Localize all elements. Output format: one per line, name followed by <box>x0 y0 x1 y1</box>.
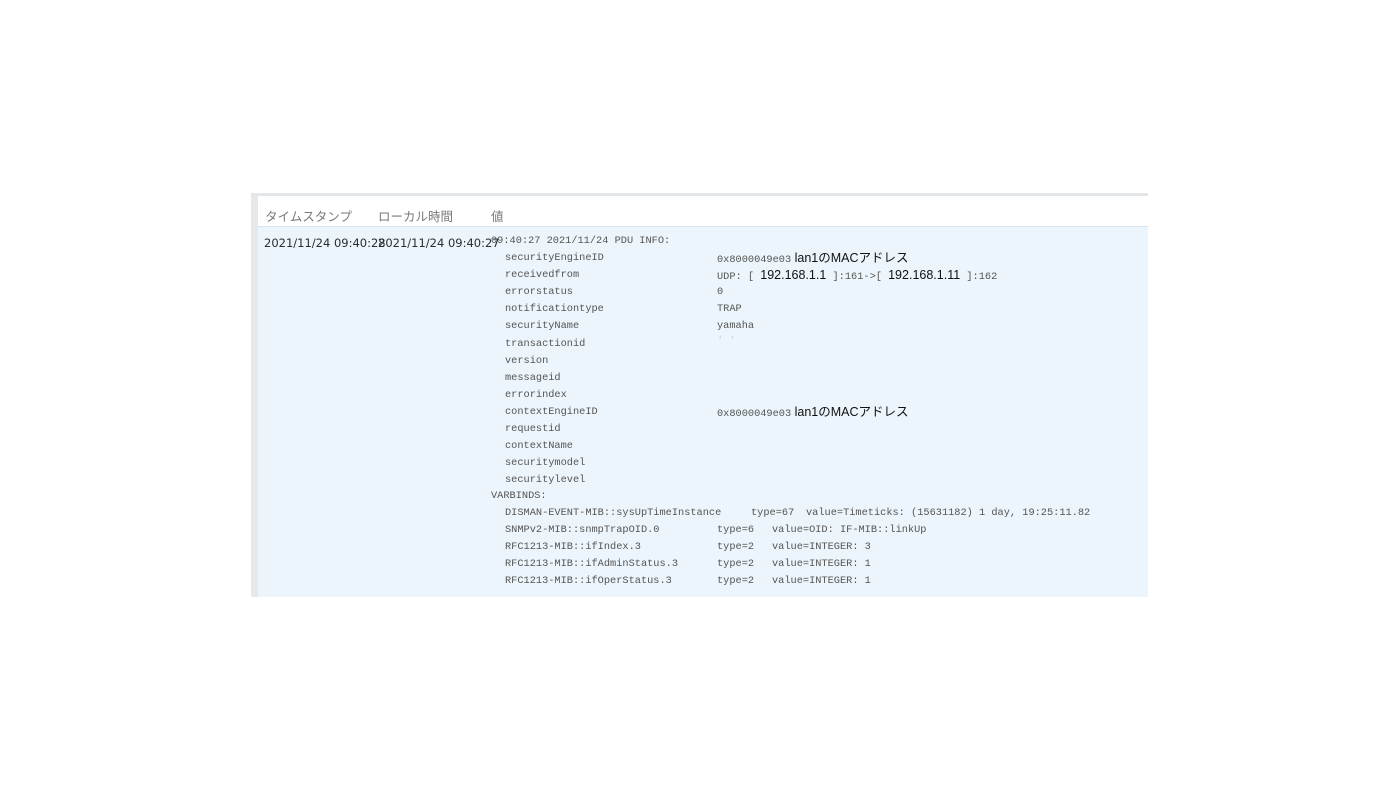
pdu-field-value: TRAP <box>717 303 742 315</box>
receivedfrom-value: UDP: [ 192.168.1.1 ]:161->[ 192.168.1.11… <box>717 268 997 284</box>
transactionid-value: ‘ ‘ <box>717 335 736 347</box>
varbind-type: type=2 <box>717 541 755 553</box>
mac-address-annotation: lan1のMACアドレス <box>791 405 909 419</box>
pdu-field-name: notificationtype <box>505 303 604 315</box>
receivedfrom-ports: ]:161->[ <box>826 271 889 283</box>
pdu-field-name: securitylevel <box>505 474 586 486</box>
varbind-oid: RFC1213-MIB::ifAdminStatus.3 <box>505 558 679 570</box>
varbind-value: value=Timeticks: (15631182) 1 day, 19:25… <box>806 507 1091 519</box>
pdu-field-name: receivedfrom <box>505 269 580 281</box>
varbind-value: value=OID: IF-MIB::linkUp <box>772 524 927 536</box>
pdu-field-name: errorstatus <box>505 286 573 298</box>
varbind-type: type=6 <box>717 524 755 536</box>
column-header-local-time[interactable]: ローカル時間 <box>378 206 453 225</box>
pdu-field-value: 0x8000049e03 lan1のMACアドレス <box>717 405 909 420</box>
row-local-time: 2021/11/24 09:40:27 <box>378 236 500 250</box>
varbind-oid: DISMAN-EVENT-MIB::sysUpTimeInstance <box>505 507 722 519</box>
pdu-field-name: transactionid <box>505 338 586 350</box>
varbinds-label: VARBINDS: <box>491 490 547 502</box>
pdu-field-value: 0x8000049e03 lan1のMACアドレス <box>717 251 909 266</box>
pdu-field-value: 0 <box>717 286 724 298</box>
varbind-oid: RFC1213-MIB::ifOperStatus.3 <box>505 575 672 587</box>
varbind-type: type=67 <box>751 507 795 519</box>
pdu-field-name: securityName <box>505 320 580 332</box>
varbind-value: value=INTEGER: 1 <box>772 575 871 587</box>
varbind-value: value=INTEGER: 1 <box>772 558 871 570</box>
pdu-field-name: securityEngineID <box>505 252 604 264</box>
varbind-type: type=2 <box>717 558 755 570</box>
pdu-field-value: yamaha <box>717 320 755 332</box>
table-header-row: タイムスタンプ ローカル時間 値 <box>258 196 1148 227</box>
receivedfrom-suffix: ]:162 <box>960 271 998 283</box>
pdu-field-name: version <box>505 355 549 367</box>
table-left-edge <box>251 196 258 597</box>
column-header-timestamp[interactable]: タイムスタンプ <box>265 206 352 225</box>
pdu-field-name: requestid <box>505 423 561 435</box>
receivedfrom-prefix: UDP: [ <box>717 271 761 283</box>
pdu-field-name: messageid <box>505 372 561 384</box>
row-timestamp: 2021/11/24 09:40:28 <box>264 236 386 250</box>
pdu-info-header: 09:40:27 2021/11/24 PDU INFO: <box>491 235 671 247</box>
trap-log-table: タイムスタンプ ローカル時間 値 2021/11/24 09:40:28 202… <box>251 193 1148 597</box>
pdu-field-name: securitymodel <box>505 457 586 469</box>
destination-ip: 192.168.1.11 <box>888 268 961 282</box>
pdu-field-name: errorindex <box>505 389 567 401</box>
varbind-oid: RFC1213-MIB::ifIndex.3 <box>505 541 641 553</box>
varbind-type: type=2 <box>717 575 755 587</box>
mac-address-annotation: lan1のMACアドレス <box>791 251 909 265</box>
column-header-value[interactable]: 値 <box>491 206 504 225</box>
source-ip: 192.168.1.1 <box>760 268 827 282</box>
pdu-field-name: contextEngineID <box>505 406 598 418</box>
varbind-value: value=INTEGER: 3 <box>772 541 871 553</box>
pdu-field-name: contextName <box>505 440 573 452</box>
varbind-oid: SNMPv2-MIB::snmpTrapOID.0 <box>505 524 660 536</box>
